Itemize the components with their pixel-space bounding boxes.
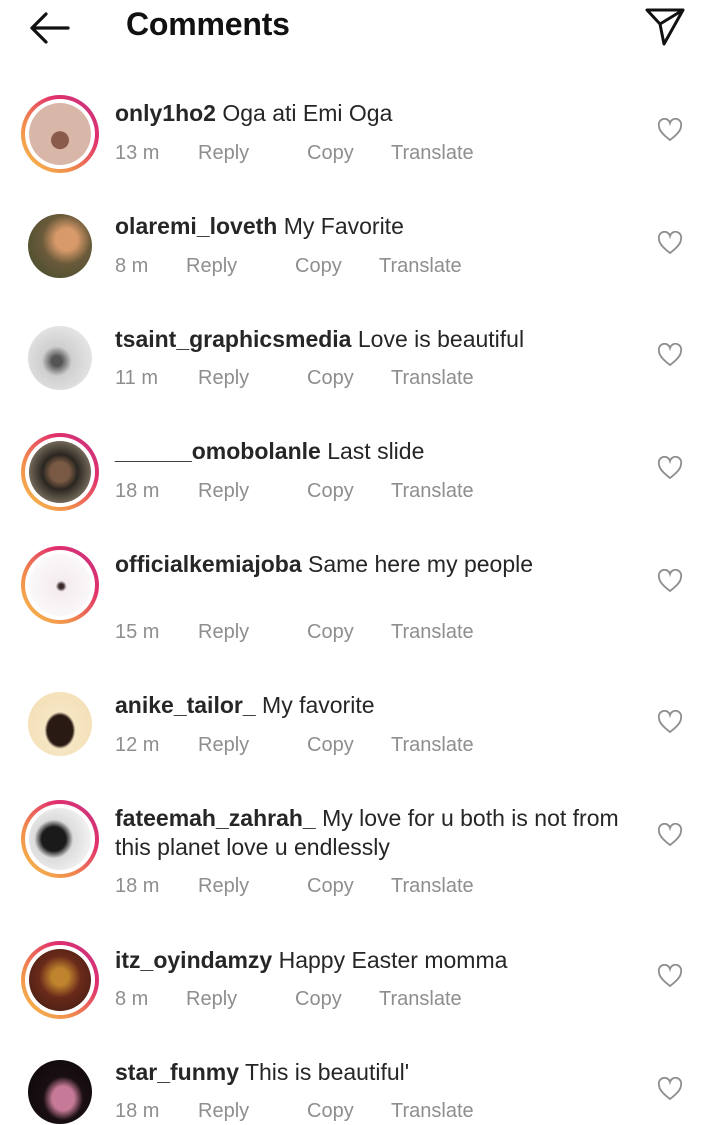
copy-button[interactable]: Copy [307,142,354,165]
translate-button[interactable]: Translate [391,1100,474,1123]
reply-button[interactable]: Reply [198,875,249,898]
comment-text: This is beautiful' [244,1059,410,1085]
copy-button[interactable]: Copy [307,734,354,757]
comment-text: Happy Easter momma [278,947,508,973]
send-icon[interactable] [642,4,688,48]
copy-button[interactable]: Copy [295,255,342,278]
comment-text: Oga ati Emi Oga [222,100,393,126]
comment-username[interactable]: fateemah_zahrah_ [115,805,316,831]
copy-button[interactable]: Copy [307,367,354,390]
translate-button[interactable]: Translate [391,621,474,644]
translate-button[interactable]: Translate [379,988,462,1011]
translate-button[interactable]: Translate [391,480,474,503]
comment-time: 18 m [115,875,160,897]
comment-time: 15 m [115,621,160,643]
comment-text: My favorite [262,692,375,718]
comment-time: 12 m [115,734,160,756]
reply-button[interactable]: Reply [198,480,249,503]
copy-button[interactable]: Copy [307,480,354,503]
comment-username[interactable]: officialkemiajoba [115,551,302,577]
comment-time: 13 m [115,142,160,164]
comment-time: 8 m [115,988,149,1010]
comment-username[interactable]: anike_tailor_ [115,692,256,718]
copy-button[interactable]: Copy [307,875,354,898]
reply-button[interactable]: Reply [186,988,237,1011]
comment-time: 8 m [115,255,149,277]
heart-icon[interactable] [657,709,683,734]
translate-button[interactable]: Translate [379,255,462,278]
header: Comments [0,0,720,56]
avatar[interactable] [28,326,92,390]
translate-button[interactable]: Translate [391,734,474,757]
avatar[interactable] [28,692,92,756]
reply-button[interactable]: Reply [198,1100,249,1123]
heart-icon[interactable] [657,342,683,367]
comment-username[interactable]: olaremi_loveth [115,213,277,239]
comment-username[interactable]: tsaint_graphicsmedia [115,326,351,352]
heart-icon[interactable] [657,963,683,988]
avatar[interactable] [21,546,99,624]
reply-button[interactable]: Reply [198,734,249,757]
copy-button[interactable]: Copy [307,621,354,644]
comment-username[interactable]: only1ho2 [115,100,216,126]
reply-button[interactable]: Reply [198,621,249,644]
avatar[interactable] [21,433,99,511]
copy-button[interactable]: Copy [295,988,342,1011]
comment-text: Love is beautiful [357,326,525,352]
page-title: Comments [126,6,290,42]
comment-time: 18 m [115,1100,160,1122]
translate-button[interactable]: Translate [391,875,474,898]
comment-time: 18 m [115,480,160,502]
heart-icon[interactable] [657,1076,683,1101]
heart-icon[interactable] [657,117,683,142]
reply-button[interactable]: Reply [198,367,249,390]
avatar[interactable] [28,1060,92,1124]
translate-button[interactable]: Translate [391,367,474,390]
comment-text: My Favorite [283,213,404,239]
comment-text: Same here my people [308,551,534,577]
comment-username[interactable]: ______omobolanle [115,438,321,464]
avatar[interactable] [21,941,99,1019]
heart-icon[interactable] [657,822,683,847]
comment-username[interactable]: star_funmy [115,1059,239,1085]
heart-icon[interactable] [657,455,683,480]
copy-button[interactable]: Copy [307,1100,354,1123]
heart-icon[interactable] [657,230,683,255]
avatar[interactable] [21,800,99,878]
comment-username[interactable]: itz_oyindamzy [115,947,272,973]
comment-text: Last slide [327,438,425,464]
comment-time: 11 m [115,367,158,389]
reply-button[interactable]: Reply [198,142,249,165]
avatar[interactable] [28,214,92,278]
avatar[interactable] [21,95,99,173]
translate-button[interactable]: Translate [391,142,474,165]
reply-button[interactable]: Reply [186,255,237,278]
heart-icon[interactable] [657,568,683,593]
back-arrow-icon[interactable] [26,8,72,48]
